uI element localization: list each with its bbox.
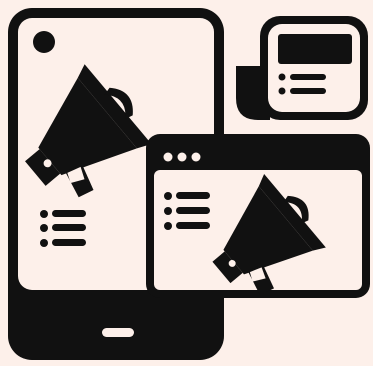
camera-dot-icon — [33, 31, 55, 53]
illustration — [0, 0, 373, 366]
illustration-svg — [0, 0, 373, 366]
list-icon — [164, 192, 210, 230]
list-icon — [40, 210, 86, 247]
home-button-icon — [102, 328, 134, 337]
